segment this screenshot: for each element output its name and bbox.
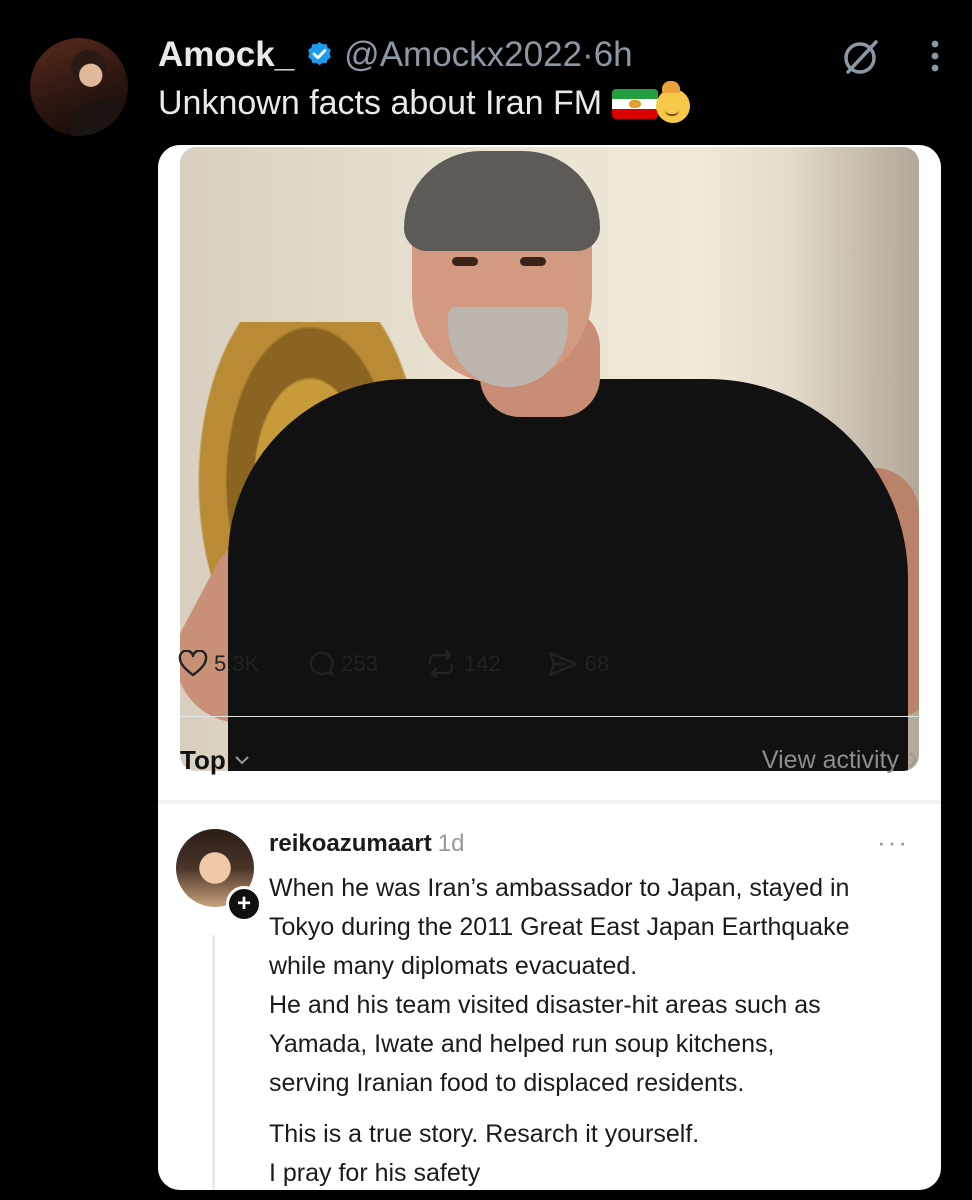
share-count: 68: [584, 651, 610, 676]
comment-count: 253: [341, 651, 378, 676]
comment-time: 1d: [437, 830, 465, 857]
comment-stat[interactable]: 253: [305, 650, 378, 678]
view-activity-link[interactable]: View activity: [762, 746, 919, 775]
more-options-icon[interactable]: [928, 36, 942, 76]
repost-count: 142: [463, 651, 501, 676]
embedded-screenshot[interactable]: 5.3K 253 142 68 Top View activity + reik…: [158, 145, 941, 1190]
tweet-actions-top: [840, 34, 942, 78]
grok-icon[interactable]: [840, 34, 884, 78]
view-activity-label: View activity: [761, 745, 899, 774]
comment-body: When he was Iran’s ambassador to Japan, …: [269, 869, 929, 1190]
comment-more-icon[interactable]: ···: [877, 827, 909, 858]
chevron-right-icon: [909, 752, 918, 768]
sort-label: Top: [180, 744, 226, 775]
author-handle[interactable]: @Amockx2022: [344, 35, 582, 75]
comment-icon: [309, 651, 334, 677]
comment-line: This is a true story. Resarch it yoursel…: [269, 1120, 700, 1148]
comment-header: reikoazumaart 1d: [269, 830, 464, 858]
tweet-time[interactable]: 6h: [594, 35, 633, 75]
verified-badge-icon: [308, 41, 332, 65]
commenter-username[interactable]: reikoazumaart: [269, 830, 432, 857]
heart-icon: [178, 650, 208, 677]
thread-line: [212, 935, 215, 1190]
comment-line: Tokyo during the 2011 Great East Japan E…: [269, 913, 850, 941]
chevron-down-icon: [235, 756, 249, 765]
comment-line: while many diplomats evacuated.: [269, 952, 638, 980]
comment-line: He and his team visited disaster-hit are…: [269, 991, 821, 1019]
person-eye-right: [520, 257, 546, 266]
author-name[interactable]: Amock_: [158, 35, 294, 75]
tweet-header: Amock_ @Amockx2022 · 6h: [158, 32, 633, 78]
share-stat[interactable]: 68: [547, 650, 609, 678]
iran-lion-sun-flag-icon: [612, 88, 659, 119]
tweet-body-text: Unknown facts about Iran FM: [158, 84, 603, 122]
post-stats: 5.3K 253 142 68: [178, 650, 655, 678]
person-eye-left: [452, 257, 478, 266]
stats-divider: [180, 716, 919, 717]
comment-line: serving Iranian food to displaced reside…: [269, 1069, 745, 1097]
saluting-face-emoji-icon: [656, 80, 691, 123]
person-hair: [404, 151, 600, 251]
comment-line: When he was Iran’s ambassador to Japan, …: [269, 874, 850, 902]
like-count: 5.3K: [214, 651, 260, 676]
share-icon: [548, 651, 577, 677]
follow-plus-icon[interactable]: +: [226, 886, 262, 922]
sort-dropdown[interactable]: Top: [180, 745, 250, 776]
sort-row: Top View activity: [180, 740, 919, 780]
repost-stat[interactable]: 142: [424, 650, 501, 678]
section-divider: [158, 800, 941, 804]
comment-line: Yamada, Iwate and helped run soup kitche…: [269, 1030, 775, 1058]
author-avatar[interactable]: [30, 38, 128, 136]
person-shirt: [228, 379, 908, 771]
like-stat[interactable]: 5.3K: [178, 650, 259, 678]
repost-icon: [428, 650, 454, 678]
header-separator: ·: [582, 35, 594, 74]
tweet-text: Unknown facts about Iran FM: [158, 80, 691, 123]
comment-line: I pray for his safety: [269, 1159, 481, 1187]
